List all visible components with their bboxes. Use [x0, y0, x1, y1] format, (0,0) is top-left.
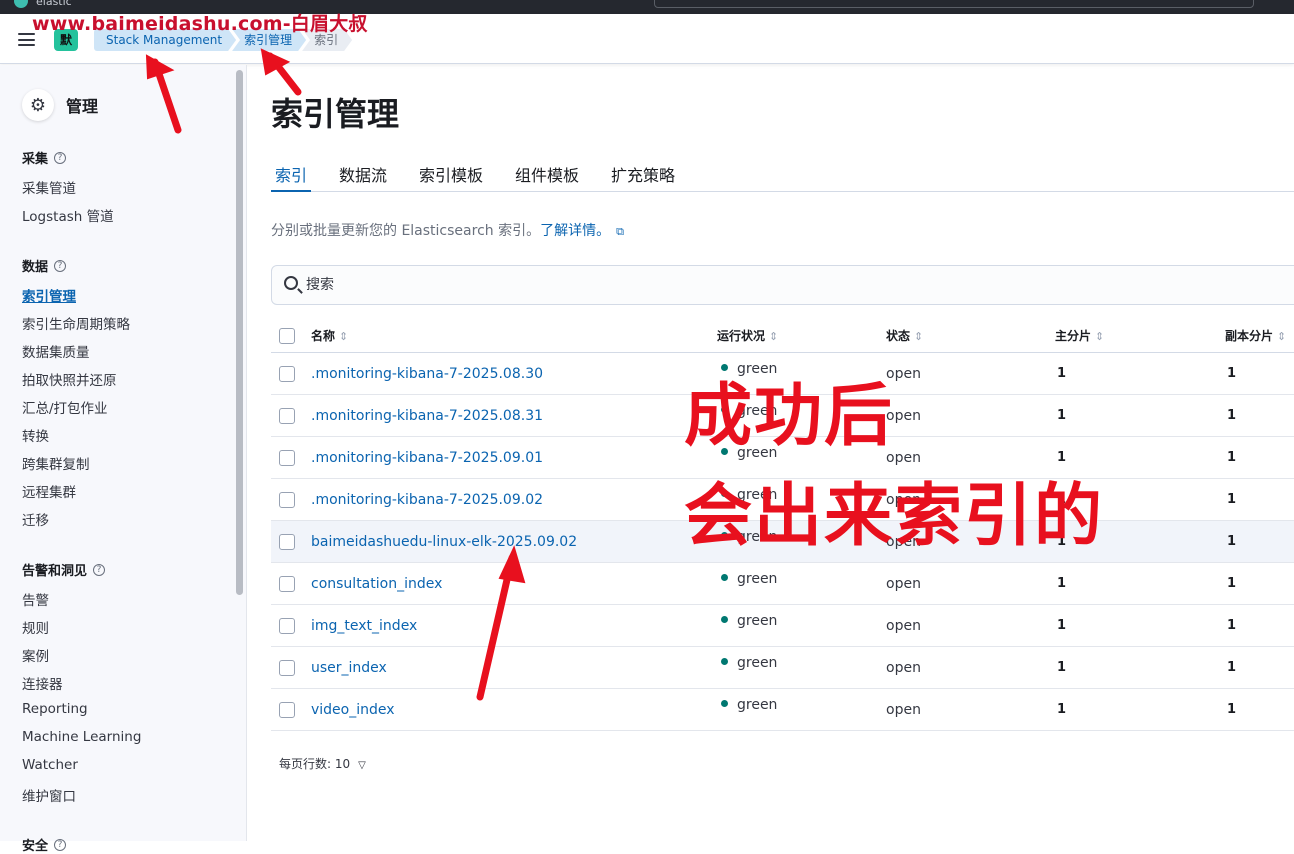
annotation-arrows: [145, 48, 526, 701]
annotation-line-2: 会出来索引的: [684, 477, 1105, 556]
watermark-text: www.baimeidashu.com-白眉大叔: [32, 13, 368, 35]
arrow-head: [498, 545, 526, 584]
annotation-line-1: 成功后: [684, 377, 895, 456]
arrow-head: [145, 54, 175, 80]
